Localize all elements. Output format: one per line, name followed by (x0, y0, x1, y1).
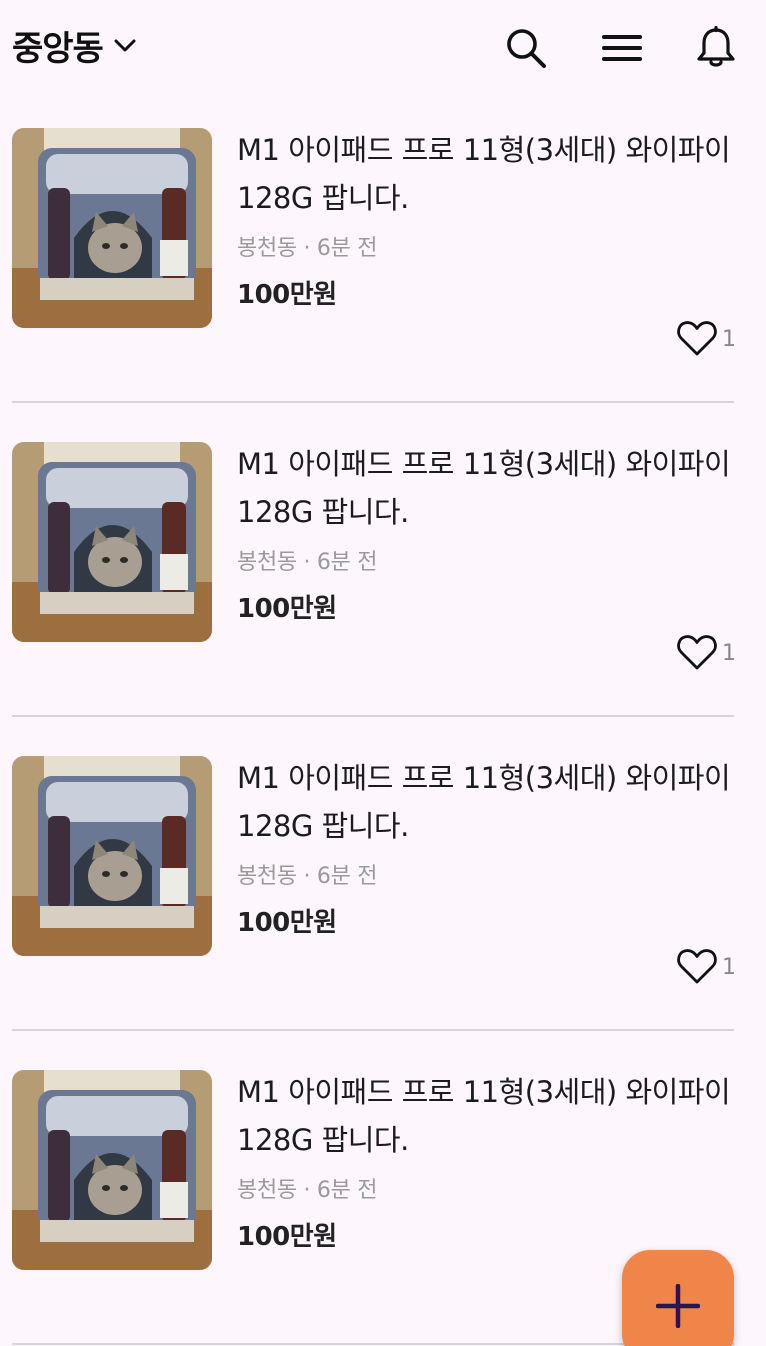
search-icon[interactable] (504, 26, 548, 70)
top-app-bar: 중앙동 (0, 0, 766, 100)
plus-icon (656, 1284, 700, 1328)
product-thumbnail (12, 128, 212, 328)
like-area: 1 (676, 318, 736, 358)
item-price: 100만원 (237, 280, 337, 310)
like-area: 1 (676, 632, 736, 672)
item-price: 100만원 (237, 908, 337, 938)
like-area: 1 (676, 946, 736, 986)
bell-icon[interactable] (694, 26, 738, 70)
heart-icon[interactable] (676, 318, 718, 358)
like-count: 1 (722, 326, 736, 352)
heart-icon[interactable] (676, 946, 718, 986)
item-title: M1 아이패드 프로 11형(3세대) 와이파이 128G 팝니다. (237, 1075, 731, 1157)
list-item[interactable]: M1 아이패드 프로 11형(3세대) 와이파이 128G 팝니다. 봉천동 ·… (0, 100, 766, 414)
add-item-button[interactable] (622, 1250, 734, 1346)
divider (12, 1029, 734, 1031)
app-screen: 중앙동 M1 아이패드 프로 11형(3세대) 와이파이 128G 팝니다. 봉… (0, 0, 766, 1346)
item-location-time: 봉천동 · 6분 전 (237, 550, 378, 575)
item-location-time: 봉천동 · 6분 전 (237, 236, 378, 261)
divider (12, 715, 734, 717)
item-title: M1 아이패드 프로 11형(3세대) 와이파이 128G 팝니다. (237, 761, 731, 843)
product-thumbnail (12, 442, 212, 642)
product-list: M1 아이패드 프로 11형(3세대) 와이파이 128G 팝니다. 봉천동 ·… (0, 100, 766, 1346)
like-count: 1 (722, 954, 736, 980)
item-price: 100만원 (237, 594, 337, 624)
list-item[interactable]: M1 아이패드 프로 11형(3세대) 와이파이 128G 팝니다. 봉천동 ·… (0, 414, 766, 728)
menu-icon[interactable] (600, 26, 644, 70)
location-selector[interactable]: 중앙동 (12, 22, 137, 69)
list-item[interactable]: M1 아이패드 프로 11형(3세대) 와이파이 128G 팝니다. 봉천동 ·… (0, 728, 766, 1042)
product-thumbnail (12, 756, 212, 956)
divider (12, 401, 734, 403)
heart-icon[interactable] (676, 632, 718, 672)
item-title: M1 아이패드 프로 11형(3세대) 와이파이 128G 팝니다. (237, 447, 731, 529)
item-title: M1 아이패드 프로 11형(3세대) 와이파이 128G 팝니다. (237, 133, 731, 215)
product-thumbnail (12, 1070, 212, 1270)
item-location-time: 봉천동 · 6분 전 (237, 1178, 378, 1203)
like-count: 1 (722, 640, 736, 666)
chevron-down-icon (114, 39, 136, 52)
location-label: 중앙동 (12, 28, 104, 69)
item-price: 100만원 (237, 1222, 337, 1252)
item-location-time: 봉천동 · 6분 전 (237, 864, 378, 889)
